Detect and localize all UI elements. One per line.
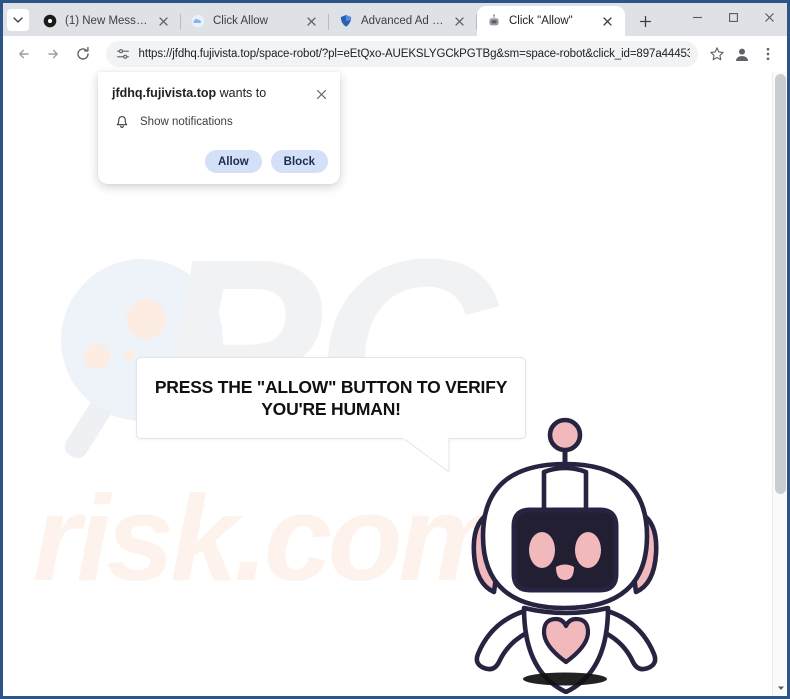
dialog-title-suffix: wants to: [216, 86, 267, 100]
speech-bubble-tail: [403, 438, 450, 472]
tab-close-icon[interactable]: [155, 13, 171, 29]
tab-title: Advanced Ad Blocker: [361, 15, 447, 27]
tab-click-allow-active[interactable]: Click "Allow": [477, 6, 625, 36]
back-icon[interactable]: [11, 40, 37, 68]
dialog-permission-label: Show notifications: [140, 116, 233, 128]
forward-icon[interactable]: [41, 40, 67, 68]
tab-close-icon[interactable]: [451, 13, 467, 29]
browser-window: (1) New Message! Click Allow Advanced Ad…: [0, 0, 790, 699]
dialog-title: jfdhq.fujivista.top wants to: [112, 85, 312, 101]
tab-advanced-ad-blocker[interactable]: Advanced Ad Blocker: [329, 6, 477, 36]
window-controls: [679, 3, 787, 36]
blue-cloud-icon: [190, 13, 206, 29]
dark-circle-icon: [42, 13, 58, 29]
blue-shield-icon: [338, 13, 354, 29]
browser-toolbar: https://jfdhq.fujivista.top/space-robot/…: [3, 36, 787, 72]
bell-icon: [114, 114, 130, 130]
dialog-origin: jfdhq.fujivista.top: [112, 86, 217, 100]
robot-mascot: [471, 417, 659, 694]
tab-new-message[interactable]: (1) New Message!: [33, 6, 181, 36]
dialog-permission-row: Show notifications: [98, 103, 340, 130]
reload-icon[interactable]: [70, 40, 96, 68]
grey-robot-icon: [486, 13, 502, 29]
minimize-button[interactable]: [679, 3, 715, 31]
dialog-header: jfdhq.fujivista.top wants to: [98, 72, 340, 103]
dialog-actions: Allow Block: [205, 150, 328, 173]
tab-close-icon[interactable]: [599, 13, 615, 29]
tab-click-allow[interactable]: Click Allow: [181, 6, 329, 36]
page-scrollbar[interactable]: [772, 72, 787, 696]
close-window-button[interactable]: [751, 3, 787, 31]
tab-strip: (1) New Message! Click Allow Advanced Ad…: [3, 3, 787, 36]
dialog-close-icon[interactable]: [312, 85, 330, 103]
browser-menu-icon[interactable]: [756, 41, 780, 67]
tab-title: (1) New Message!: [65, 15, 151, 27]
address-bar[interactable]: https://jfdhq.fujivista.top/space-robot/…: [105, 41, 698, 67]
tab-title: Click Allow: [213, 15, 268, 27]
scrollbar-down-arrow-icon[interactable]: [773, 680, 787, 696]
tab-title: Click "Allow": [509, 15, 573, 27]
tab-list-chevron-icon[interactable]: [7, 8, 29, 31]
tab-close-icon[interactable]: [303, 13, 319, 29]
url-text: https://jfdhq.fujivista.top/space-robot/…: [138, 48, 690, 60]
allow-button[interactable]: Allow: [205, 150, 262, 173]
scrollbar-thumb[interactable]: [775, 74, 786, 494]
maximize-button[interactable]: [715, 3, 751, 31]
new-tab-button[interactable]: [631, 7, 659, 35]
block-button[interactable]: Block: [270, 150, 328, 173]
profile-avatar-icon[interactable]: [731, 41, 755, 67]
tune-icon[interactable]: [114, 45, 132, 63]
notification-permission-dialog: jfdhq.fujivista.top wants to Show notifi…: [98, 72, 340, 184]
bookmark-star-icon[interactable]: [705, 41, 729, 67]
tab-search-area: [3, 3, 33, 36]
risk-watermark: risk.com: [33, 470, 507, 606]
